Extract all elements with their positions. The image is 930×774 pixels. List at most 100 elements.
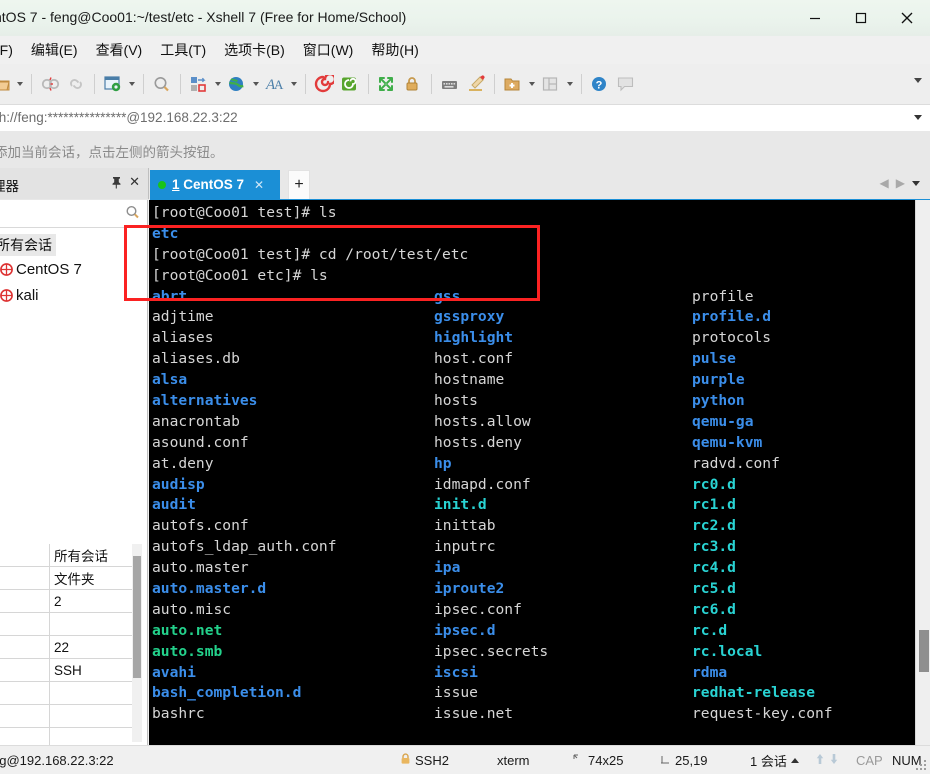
menu-file[interactable]: (F)	[0, 40, 22, 60]
table-row: 所有会话	[0, 544, 132, 567]
link-icon[interactable]	[63, 70, 89, 98]
tab-nav-next-icon[interactable]: ▶	[896, 176, 905, 190]
font-icon[interactable]: AA	[262, 70, 288, 98]
comment-icon[interactable]	[613, 70, 639, 98]
panel-close-icon[interactable]: ✕	[129, 174, 140, 190]
disconnect-icon[interactable]	[37, 70, 63, 98]
terminal-file-entry: host.conf	[434, 350, 514, 368]
terminal-scrollbar[interactable]	[915, 200, 930, 745]
toolbar-separator	[94, 74, 95, 94]
terminal-line: audit init.d rc1.d	[152, 495, 910, 516]
transfer-icon[interactable]	[186, 70, 212, 98]
prop-name	[0, 682, 50, 704]
terminal-file-entry: issue.net	[434, 705, 514, 723]
chevron-up-icon[interactable]	[790, 757, 799, 763]
layout-caret[interactable]	[564, 70, 576, 98]
sidebar-item-label: CentOS 7	[16, 260, 82, 278]
title-bar: ntOS 7 - feng@Coo01:~/test/etc - Xshell …	[0, 0, 930, 37]
menu-help[interactable]: 帮助(H)	[362, 38, 427, 62]
new-file-caret[interactable]	[526, 70, 538, 98]
transfer-caret[interactable]	[212, 70, 224, 98]
terminal-scrollbar-thumb[interactable]	[919, 630, 929, 672]
sidebar-item-centos7[interactable]: CentOS 7	[0, 256, 147, 282]
terminal-file-entry: auto.master	[152, 559, 249, 577]
svg-text:?: ?	[596, 80, 603, 92]
terminal-file-entry: audit	[152, 496, 196, 514]
toolbar-overflow-caret[interactable]	[914, 78, 922, 83]
status-protocol: SSH2	[400, 753, 449, 768]
tab-list-caret[interactable]	[912, 180, 920, 186]
prop-name	[0, 613, 50, 635]
layout-icon[interactable]	[538, 70, 564, 98]
terminal-line: asound.conf hosts.deny qemu-kvm	[152, 433, 910, 454]
highlight-icon[interactable]	[463, 70, 489, 98]
font-caret[interactable]	[288, 70, 300, 98]
terminal-file-entry: hostname	[434, 371, 505, 389]
menu-view[interactable]: 查看(V)	[87, 38, 152, 62]
new-file-icon[interactable]	[500, 70, 526, 98]
sidebar-item-kali[interactable]: kali	[0, 282, 147, 308]
resize-grip[interactable]	[916, 760, 928, 772]
status-sessions[interactable]: 1 会话	[750, 751, 799, 770]
status-sessions-label: 1 会话	[750, 753, 787, 769]
session-manager-header: 理器 ✕	[0, 168, 149, 199]
terminal-line: alsa hostname purple	[152, 370, 910, 391]
lock-icon[interactable]	[400, 70, 426, 98]
terminal-line: [root@Coo01 test]# ls	[152, 203, 910, 224]
new-tab-button[interactable]: +	[288, 170, 310, 199]
session-properties-caret[interactable]	[126, 70, 138, 98]
help-icon[interactable]: ?	[587, 70, 613, 98]
terminal-file-entry: radvd.conf	[692, 454, 780, 472]
session-properties-icon[interactable]	[100, 70, 126, 98]
table-row: 22	[0, 636, 132, 659]
tab-nav-prev-icon[interactable]: ◀	[880, 176, 889, 190]
session-icon	[0, 288, 16, 303]
session-search-row[interactable]	[0, 200, 147, 228]
terminal-file-entry: auto.misc	[152, 600, 232, 618]
minimize-button[interactable]	[792, 0, 838, 36]
address-value[interactable]: sh://feng:***************@192.168.22.3:2…	[0, 110, 238, 125]
terminal-line: at.deny hp radvd.conf	[152, 454, 910, 475]
menu-window[interactable]: 窗口(W)	[294, 38, 363, 62]
find-icon[interactable]	[149, 70, 175, 98]
close-button[interactable]	[884, 0, 930, 36]
properties-scrollbar-thumb[interactable]	[133, 556, 141, 678]
toolbar-separator	[581, 74, 582, 94]
terminal-file-entry: anacrontab	[152, 412, 240, 430]
address-bar[interactable]: sh://feng:***************@192.168.22.3:2…	[0, 105, 930, 132]
toolbar-separator	[494, 74, 495, 94]
chevron-down-icon[interactable]	[914, 115, 922, 120]
tab-close-icon[interactable]: ✕	[254, 178, 264, 192]
status-size: 74x25	[573, 753, 623, 768]
maximize-button[interactable]	[838, 0, 884, 36]
terminal-file-entry: audisp	[152, 475, 205, 493]
terminal-line: auto.master.d iproute2 rc5.d	[152, 579, 910, 600]
table-row	[0, 682, 132, 705]
menu-tabs[interactable]: 选项卡(B)	[215, 38, 294, 62]
terminal-view[interactable]: [root@Coo01 test]# ls etc [root@Coo01 test…	[149, 200, 930, 745]
menu-tools[interactable]: 工具(T)	[151, 38, 215, 62]
status-cursor: 25,19	[660, 753, 708, 768]
globe-icon[interactable]	[224, 70, 250, 98]
keyboard-icon[interactable]	[437, 70, 463, 98]
open-folder-icon[interactable]	[0, 70, 14, 98]
open-folder-caret[interactable]	[14, 70, 26, 98]
terminal-file-entry: rc6.d	[692, 600, 736, 618]
terminal-file-entry: auto.smb	[152, 642, 223, 660]
terminal-file-entry: hosts	[434, 392, 478, 410]
tab-centos7[interactable]: 1 CentOS 7 ✕	[150, 170, 280, 199]
globe-caret[interactable]	[250, 70, 262, 98]
menu-edit[interactable]: 编辑(E)	[22, 38, 87, 62]
terminal-line: etc	[152, 224, 910, 245]
info-banner-text: 添加当前会话，点击左侧的箭头按钮。	[0, 145, 224, 160]
fullscreen-icon[interactable]	[374, 70, 400, 98]
properties-scrollbar[interactable]	[132, 544, 142, 742]
sftp-icon[interactable]	[311, 70, 337, 98]
terminal-output: [root@Coo01 test]# ls etc [root@Coo01 test…	[152, 203, 910, 725]
ftp-icon[interactable]	[337, 70, 363, 98]
search-icon[interactable]	[125, 205, 140, 223]
pin-icon[interactable]	[111, 176, 122, 192]
terminal-file-entry: purple	[692, 371, 745, 389]
terminal-file-entry: aliases.db	[152, 350, 240, 368]
session-tree-root[interactable]: 所有会话	[0, 234, 56, 256]
